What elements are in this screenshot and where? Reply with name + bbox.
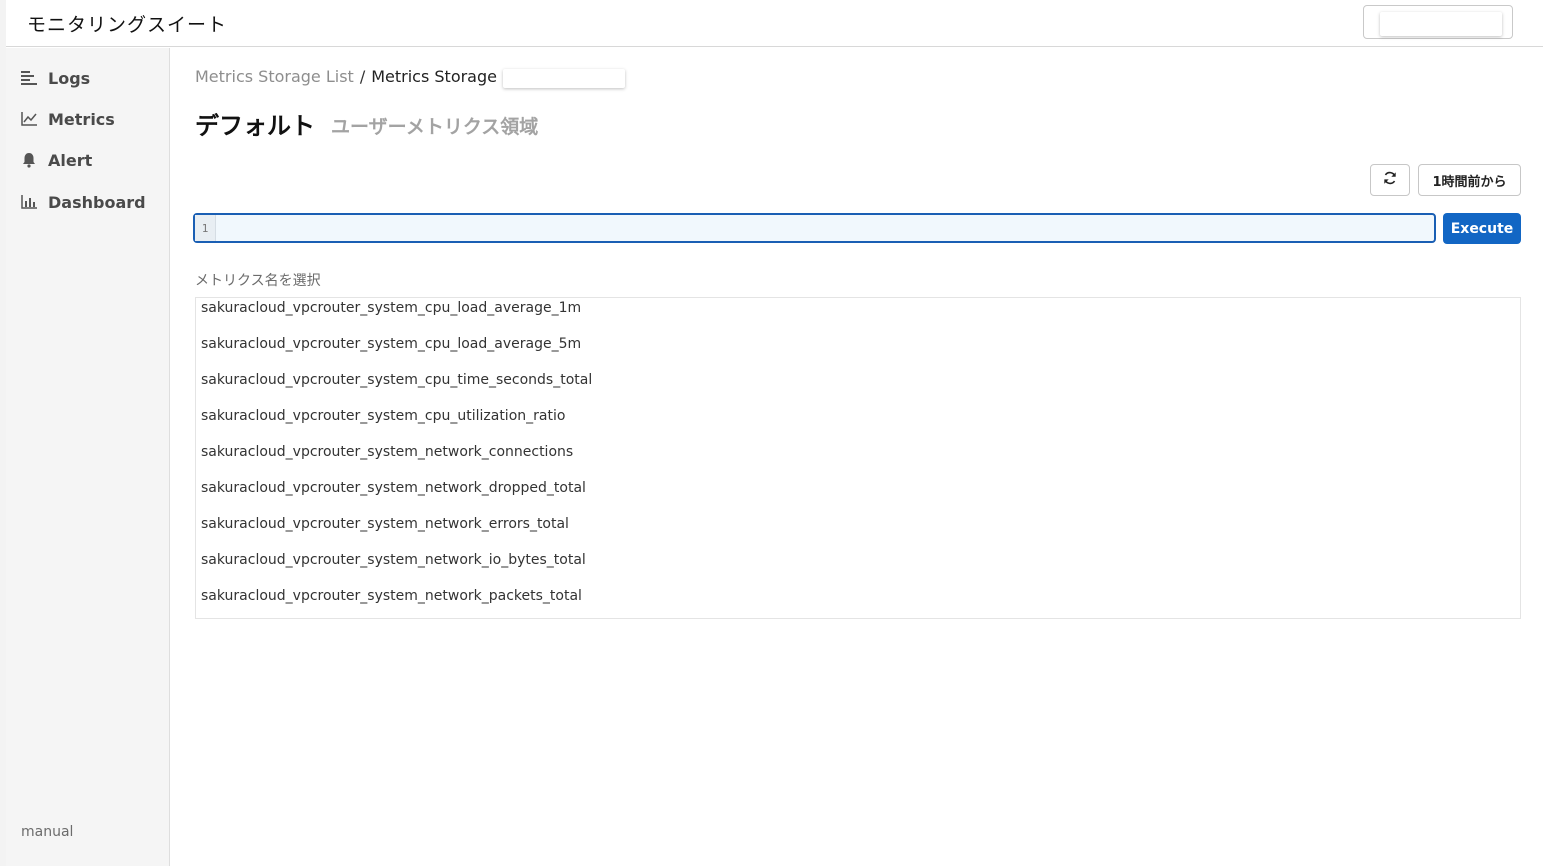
list-item[interactable]: sakuracloud_vpcrouter_system_cpu_time_se… [196,370,1520,406]
breadcrumb: Metrics Storage List / Metrics Storage [195,67,625,88]
breadcrumb-current: Metrics Storage [371,67,497,86]
metric-select-label: メトリクス名を選択 [195,273,321,289]
account-name-redacted [1380,12,1502,36]
sidebar-item-label: Alert [48,150,93,170]
sidebar: Logs Metrics Alert Dashboard manual [6,48,170,866]
query-input[interactable] [216,214,1434,242]
logs-icon [20,69,38,87]
execute-button[interactable]: Execute [1443,213,1521,244]
main-content: Metrics Storage List / Metrics Storage デ… [171,48,1543,866]
refresh-button[interactable] [1370,164,1410,196]
metric-list[interactable]: sakuracloud_vpcrouter_system_cpu_load_av… [195,297,1521,619]
line-number: 1 [195,215,216,241]
dashboard-icon [20,193,38,211]
sidebar-item-dashboard[interactable]: Dashboard [6,187,169,217]
list-item[interactable]: sakuracloud_vpcrouter_system_network_err… [196,514,1520,550]
query-editor[interactable]: 1 [193,213,1436,243]
sidebar-item-label: Metrics [48,109,115,129]
list-item[interactable]: sakuracloud_vpcrouter_system_network_io_… [196,550,1520,586]
list-item[interactable]: sakuracloud_vpcrouter_system_cpu_load_av… [196,334,1520,370]
page-subtitle: ユーザーメトリクス領域 [331,116,539,138]
sidebar-item-label: Dashboard [48,192,146,212]
manual-link[interactable]: manual [21,824,73,840]
storage-id-redacted [502,69,625,88]
metrics-icon [20,110,38,128]
list-item[interactable]: sakuracloud_vpcrouter_system_network_con… [196,442,1520,478]
sidebar-item-label: Logs [48,68,91,88]
list-item[interactable]: sakuracloud_vpcrouter_system_network_pac… [196,586,1520,618]
sidebar-item-metrics[interactable]: Metrics [6,104,169,134]
bell-icon [20,151,38,169]
list-item[interactable]: sakuracloud_vpcrouter_system_cpu_utiliza… [196,406,1520,442]
refresh-icon [1383,171,1397,190]
list-item[interactable]: sakuracloud_vpcrouter_system_cpu_load_av… [196,298,1520,334]
time-range-button[interactable]: 1時間前から [1418,164,1521,196]
breadcrumb-link-metrics-storage-list[interactable]: Metrics Storage List [195,67,354,86]
breadcrumb-separator: / [359,67,366,86]
app-header: モニタリングスイート [6,0,1543,47]
list-item[interactable]: sakuracloud_vpcrouter_system_network_dro… [196,478,1520,514]
sidebar-item-alert[interactable]: Alert [6,145,169,175]
page-title: デフォルト [195,112,315,140]
account-menu-button[interactable] [1363,5,1513,39]
app-title: モニタリングスイート [27,14,228,36]
sidebar-item-logs[interactable]: Logs [6,63,169,93]
